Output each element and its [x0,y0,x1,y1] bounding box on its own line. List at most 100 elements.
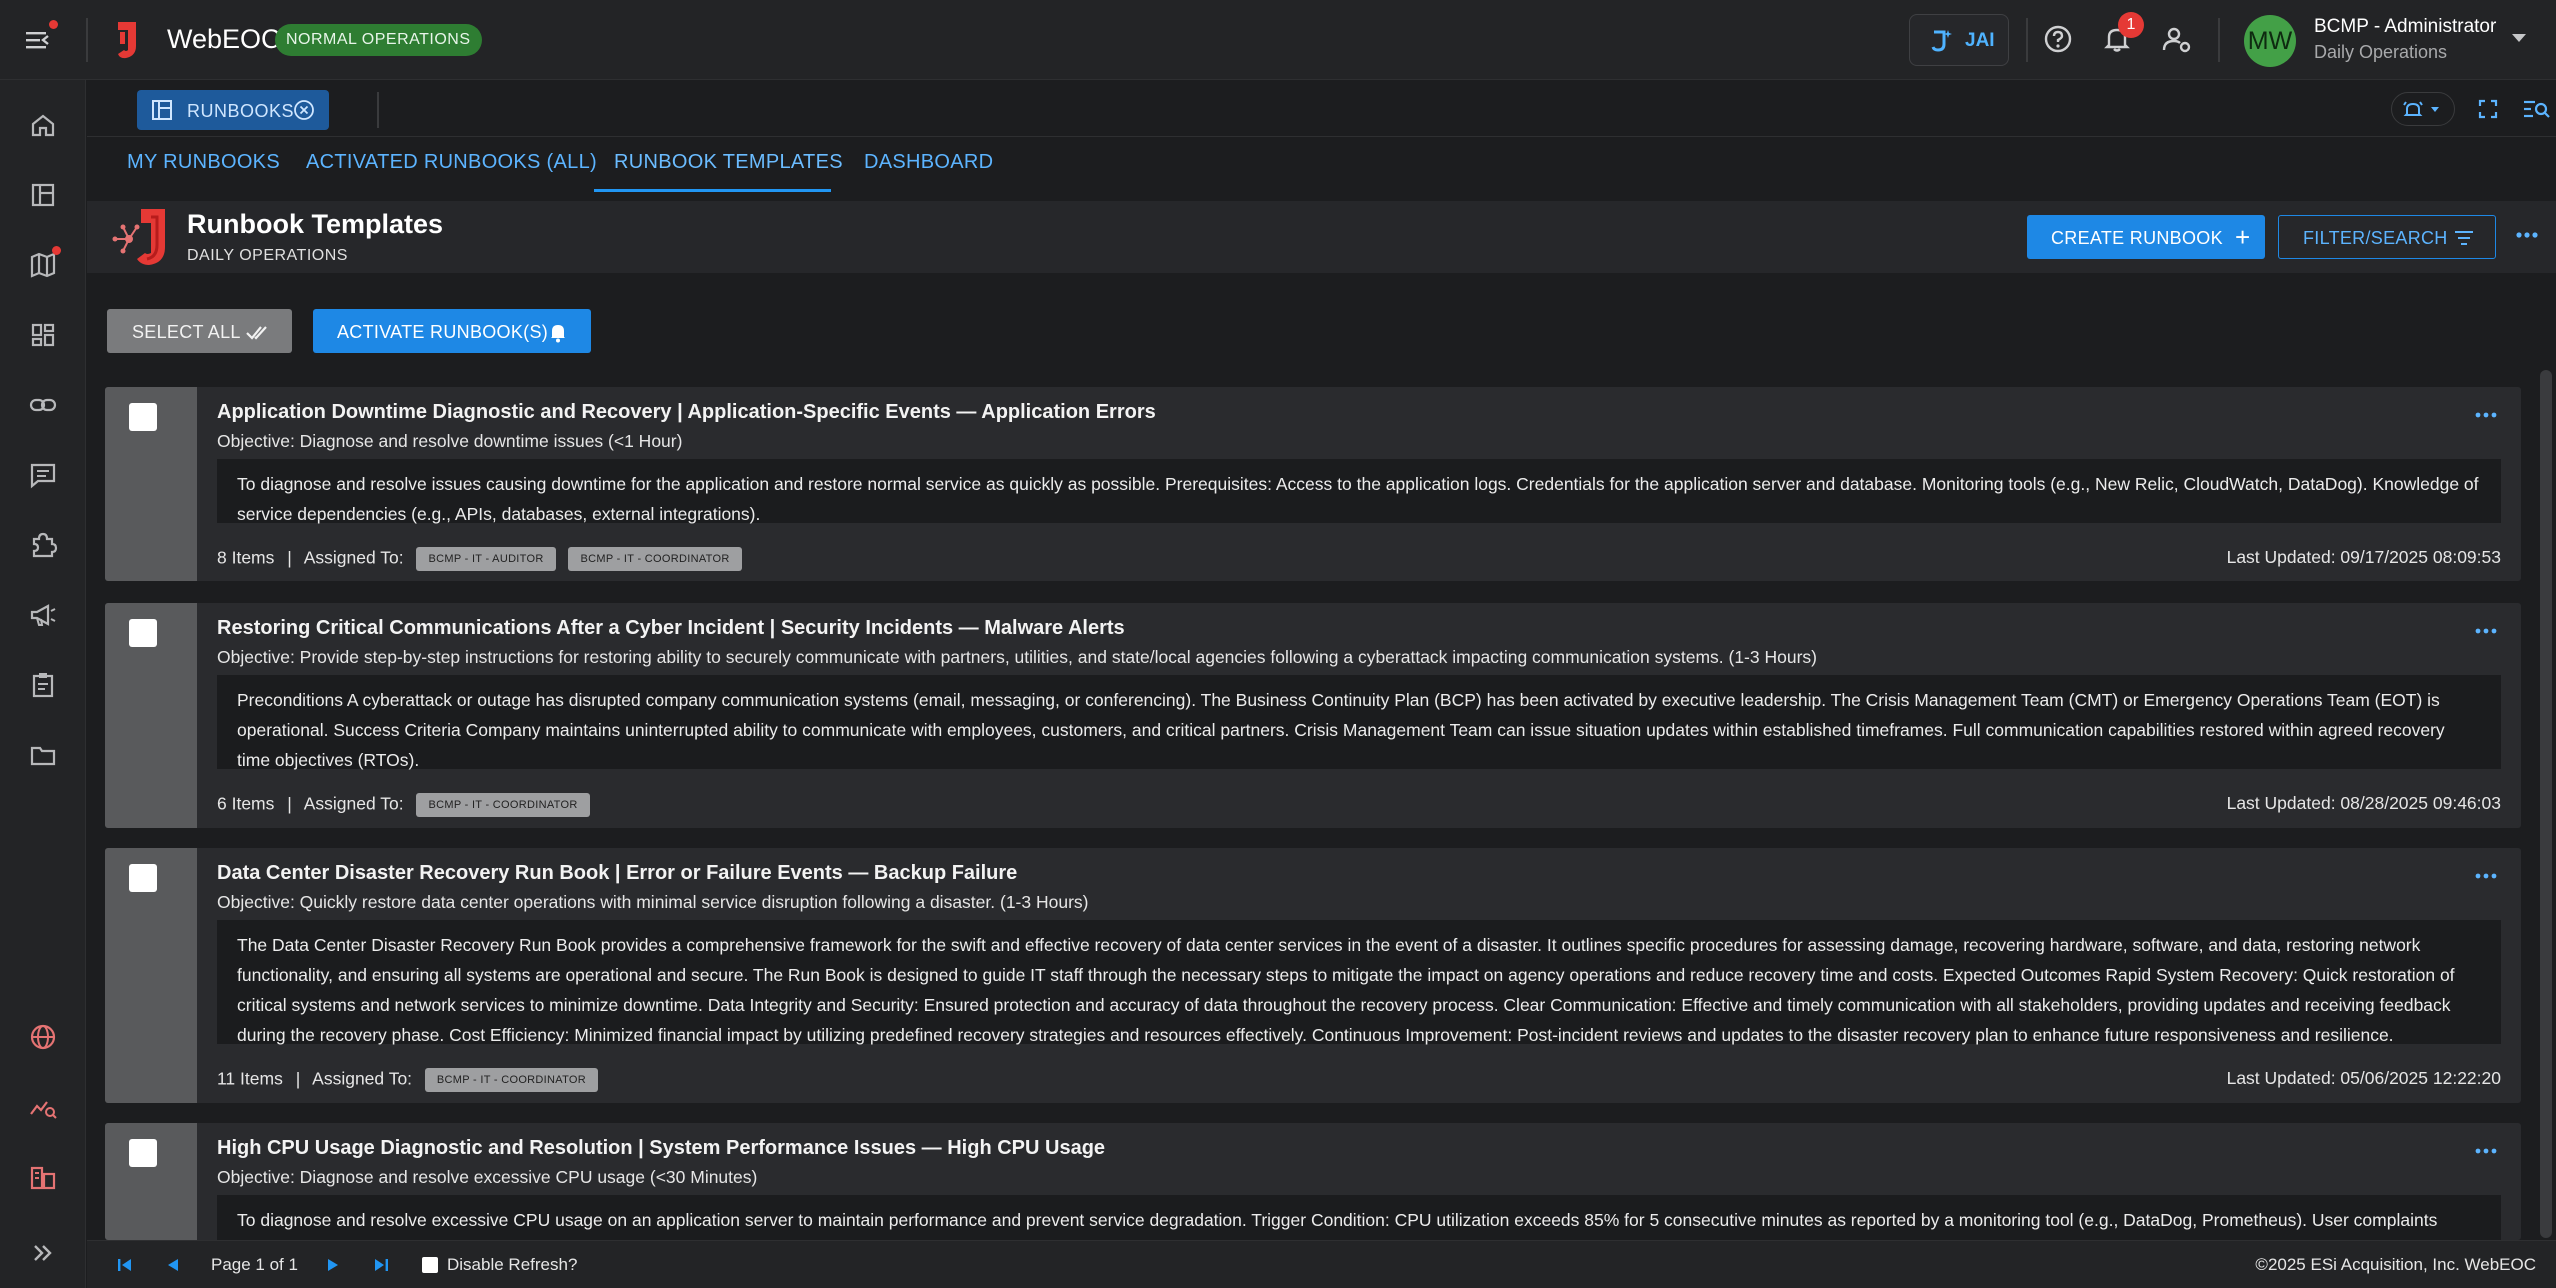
open-tabs-strip: RUNBOOKS [87,80,2556,137]
sidebar-item-checklists[interactable] [26,668,60,702]
notification-count-badge: 1 [2118,12,2144,38]
tab-runbooks[interactable]: RUNBOOKS [137,90,379,130]
more-options-icon[interactable] [2475,411,2497,419]
sidebar-item-files[interactable] [26,738,60,772]
previous-page-icon[interactable] [163,1255,183,1275]
create-runbook-button[interactable]: CREATE RUNBOOK + [2027,215,2265,259]
user-settings-button[interactable] [2160,22,2194,56]
sidebar-item-plugins[interactable] [26,528,60,562]
user-position[interactable]: Daily Operations [2314,42,2447,63]
sidebar-item-links[interactable] [26,388,60,422]
runbook-logo [107,205,171,269]
sidebar-item-organization[interactable] [26,1160,60,1194]
card-select-checkbox[interactable] [129,864,157,892]
tab-runbooks-label: RUNBOOKS [187,101,295,121]
menu-toggle-button[interactable] [24,20,58,56]
runbook-description: To diagnose and resolve issues causing d… [217,459,2501,524]
disable-refresh-checkbox[interactable] [422,1257,438,1273]
brand-name: WebEOC [167,24,281,54]
sidebar-item-announcements[interactable] [26,598,60,632]
chevron-down-icon[interactable] [2512,34,2526,42]
more-options-icon[interactable] [2515,231,2539,239]
copyright-text: ©2025 ESi Acquisition, Inc. WebEOC [2255,1255,2536,1274]
search-panel-button[interactable] [2519,92,2553,126]
assigned-to-label: Assigned To: [303,793,404,814]
double-check-icon [246,326,267,340]
avatar[interactable]: MW [2244,15,2296,67]
page-indicator: Page 1 of 1 [211,1255,298,1274]
runbook-title[interactable]: High CPU Usage Diagnostic and Resolution… [217,1137,1105,1160]
card-select-checkbox[interactable] [129,1139,157,1167]
tab-runbook-templates[interactable]: RUNBOOK TEMPLATES [614,151,843,174]
card-select-checkbox[interactable] [129,403,157,431]
help-icon [2044,25,2072,53]
menu-notification-dot [49,20,58,29]
sidebar-item-dashboard[interactable] [26,318,60,352]
sidebar-item-boards[interactable] [26,178,60,212]
tab-dashboard[interactable]: DASHBOARD [864,151,993,174]
last-page-icon[interactable] [371,1255,391,1275]
megaphone-icon [30,604,56,626]
webeoc-logo [112,18,146,60]
alerts-menu-button[interactable] [2391,92,2455,126]
assigned-position-tag: BCMP - IT - COORDINATOR [416,793,590,817]
activate-runbooks-button[interactable]: ACTIVATE RUNBOOK(S) [313,309,591,353]
runbook-description: Preconditions A cyberattack or outage ha… [217,675,2501,770]
sidebar-item-analytics[interactable] [26,1090,60,1124]
runbook-template-card: High CPU Usage Diagnostic and Resolution… [105,1123,2521,1240]
next-page-icon[interactable] [323,1255,343,1275]
runbook-description: The Data Center Disaster Recovery Run Bo… [217,920,2501,1045]
assigned-position-tag: BCMP - IT - COORDINATOR [568,547,742,571]
maps-notification-dot [52,246,61,255]
separator: | [287,793,292,814]
jai-label: JAI [1965,30,1995,51]
jai-icon [1931,30,1952,52]
puzzle-icon [32,532,58,558]
disable-refresh-label[interactable]: Disable Refresh? [447,1255,577,1275]
first-page-icon[interactable] [115,1255,135,1275]
filter-search-label: FILTER/SEARCH [2303,228,2448,248]
page-title: Runbook Templates [187,209,444,239]
last-updated: Last Updated: 08/28/2025 09:46:03 [2226,793,2501,813]
globe-icon [30,1024,56,1050]
scrollbar[interactable] [2540,370,2552,1238]
more-options-icon[interactable] [2475,1147,2497,1155]
filter-search-button[interactable]: FILTER/SEARCH [2278,215,2496,259]
runbook-objective: Objective: Diagnose and resolve excessiv… [217,1167,758,1187]
divider [2026,18,2028,62]
divider [2218,18,2220,62]
runbook-title[interactable]: Restoring Critical Communications After … [217,617,1125,640]
runbook-template-card: Data Center Disaster Recovery Run Book |… [105,848,2521,1103]
runbook-footer: 11 Items | Assigned To: BCMP - IT - COOR… [217,1068,599,1092]
close-icon[interactable] [293,99,315,121]
create-runbook-label: CREATE RUNBOOK [2051,228,2223,248]
board-icon [152,100,172,120]
chevron-down-icon [2431,107,2439,112]
tab-my-runbooks[interactable]: MY RUNBOOKS [127,151,280,174]
last-updated: Last Updated: 09/17/2025 08:09:53 [2226,547,2501,567]
card-select-checkbox[interactable] [129,619,157,647]
tab-activated-runbooks[interactable]: ACTIVATED RUNBOOKS (ALL) [306,151,597,174]
user-name[interactable]: BCMP - Administrator [2314,16,2496,38]
double-chevron-right-icon [34,1245,52,1261]
runbook-template-card: Application Downtime Diagnostic and Reco… [105,387,2521,581]
select-all-button[interactable]: SELECT ALL [107,309,292,353]
runbook-title[interactable]: Data Center Disaster Recovery Run Book |… [217,862,1017,885]
sidebar-item-messages[interactable] [26,458,60,492]
analytics-search-icon [30,1101,57,1119]
sidebar-item-home[interactable] [26,108,60,142]
runbook-title[interactable]: Application Downtime Diagnostic and Reco… [217,401,1156,424]
sidebar-item-global[interactable] [26,1020,60,1054]
assigned-position-tag: BCMP - IT - AUDITOR [416,547,556,571]
runbook-objective: Objective: Provide step-by-step instruct… [217,647,1817,667]
runbook-footer: 6 Items | Assigned To: BCMP - IT - COORD… [217,793,590,817]
help-button[interactable] [2041,22,2075,56]
list-search-icon [2524,100,2550,118]
sidebar-expand-button[interactable] [26,1236,60,1270]
active-tab-indicator [594,189,831,192]
jai-assistant-button[interactable]: JAI [1909,14,2009,66]
fullscreen-button[interactable] [2471,92,2505,126]
link-icon [29,398,57,412]
more-options-icon[interactable] [2475,627,2497,635]
more-options-icon[interactable] [2475,872,2497,880]
